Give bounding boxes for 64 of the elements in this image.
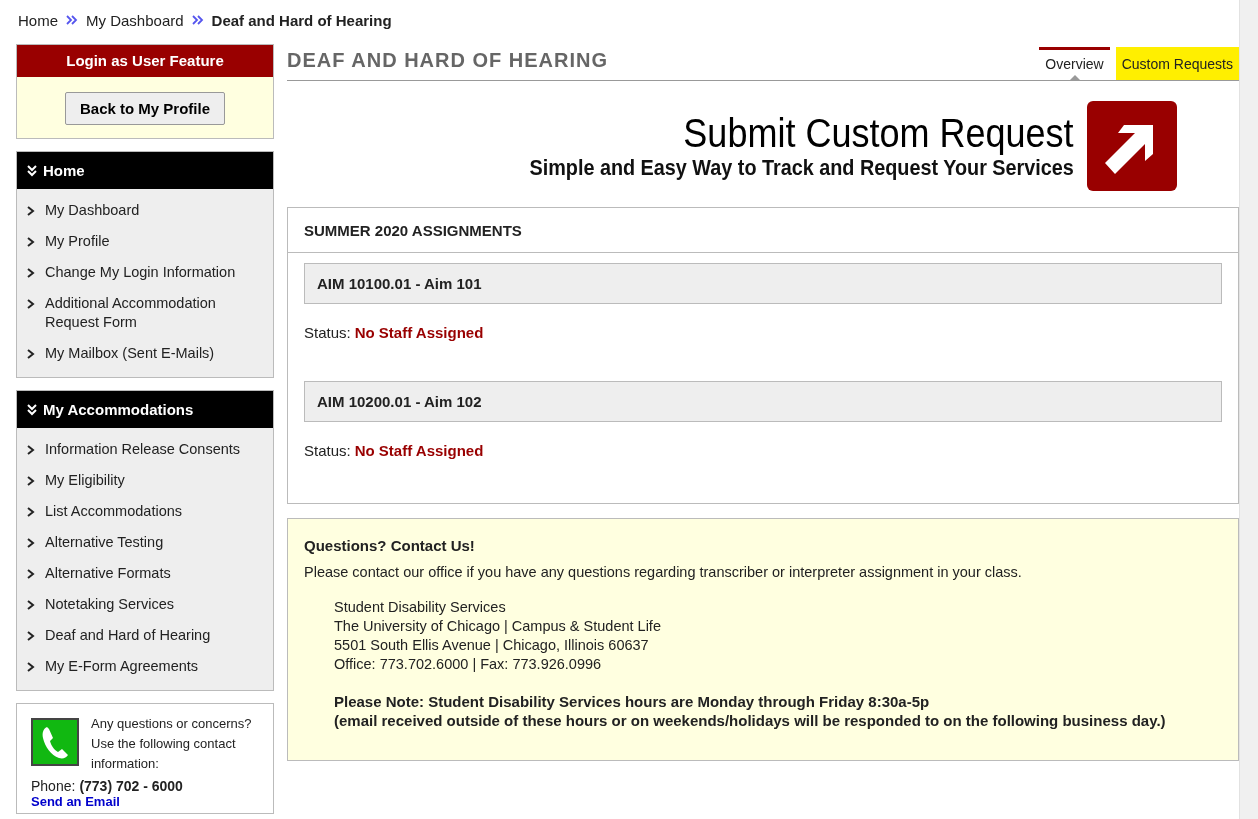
- back-to-profile-button[interactable]: Back to My Profile: [64, 92, 225, 125]
- nav-section-title: Home: [43, 162, 85, 179]
- chevron-icon: [27, 268, 35, 278]
- address-line: Office: 773.702.6000 | Fax: 773.926.0996: [334, 655, 603, 674]
- card-title: SUMMER 2020 ASSIGNMENTS: [288, 208, 1238, 253]
- phone-number: (773) 702 - 6000: [79, 778, 183, 794]
- chevron-icon: [27, 206, 35, 216]
- tab[interactable]: Overview: [1039, 47, 1110, 80]
- nav-link[interactable]: My Profile: [45, 232, 110, 251]
- chevron-icon: [27, 445, 35, 455]
- double-chevron-icon: [191, 15, 204, 25]
- nav-section-title: My Accommodations: [43, 401, 194, 418]
- tab[interactable]: Custom Requests: [1115, 47, 1239, 80]
- chevron-icon: [27, 662, 35, 672]
- nav-link[interactable]: Alternative Testing: [45, 533, 164, 552]
- scrollbar-track[interactable]: [1239, 0, 1258, 819]
- status-label: Status:: [304, 442, 351, 459]
- login-panel-title: Login as User Feature: [17, 45, 273, 77]
- status-label: Status:: [304, 324, 351, 341]
- breadcrumb-link[interactable]: My Dashboard: [86, 11, 184, 29]
- double-chevron-down-icon: [27, 164, 37, 177]
- breadcrumb-link[interactable]: Deaf and Hard of Hearing: [211, 11, 392, 29]
- chevron-icon: [27, 299, 35, 309]
- status-value: No Staff Assigned: [354, 324, 484, 341]
- course-header: AIM 10100.01 - Aim 101: [304, 263, 1222, 304]
- double-chevron-down-icon: [27, 403, 37, 416]
- nav-link[interactable]: My E-Form Agreements: [45, 657, 199, 676]
- note-line: (email received outside of these hours or on weekends/holidays will be responded to on the following business day.): [334, 711, 1167, 730]
- double-chevron-icon: [66, 15, 78, 25]
- panel-title: Questions? Contact Us!: [304, 537, 476, 554]
- page-title: DEAF AND HARD OF HEARING: [287, 49, 609, 72]
- note-line: Please Note: Student Disability Services hours are Monday through Friday 8:30a-5p: [334, 692, 931, 711]
- chevron-icon: [27, 237, 35, 247]
- contact-text: Any questions or concerns? Use the following contact information:: [91, 715, 253, 773]
- nav-link[interactable]: My Dashboard: [45, 201, 140, 220]
- chevron-icon: [27, 569, 35, 579]
- phone-label: Phone:: [31, 778, 76, 794]
- email-link[interactable]: Send an Email: [31, 794, 263, 809]
- nav-link[interactable]: Change My Login Information: [45, 263, 236, 282]
- chevron-icon: [27, 538, 35, 548]
- nav-link[interactable]: My Eligibility: [45, 471, 125, 490]
- nav-link[interactable]: Information Release Consents: [45, 440, 241, 459]
- submit-request-banner[interactable]: Submit Custom Request Simple and Easy Way to Track and Request Your Services: [287, 81, 1239, 207]
- course-header: AIM 10200.01 - Aim 102: [304, 381, 1222, 422]
- nav-link[interactable]: Alternative Formats: [45, 564, 171, 583]
- nav-link[interactable]: Additional Accommodation Request Form: [45, 294, 263, 332]
- chevron-icon: [27, 600, 35, 610]
- phone-icon: [31, 718, 79, 766]
- nav-link[interactable]: Deaf and Hard of Hearing: [45, 626, 211, 645]
- nav-link[interactable]: List Accommodations: [45, 502, 182, 521]
- chevron-icon: [27, 476, 35, 486]
- nav-link[interactable]: Notetaking Services: [45, 595, 174, 614]
- banner-title: Submit Custom Request: [683, 111, 1074, 155]
- chevron-icon: [27, 507, 35, 517]
- nav-link[interactable]: My Mailbox (Sent E-Mails): [45, 344, 215, 363]
- address-line: The University of Chicago | Campus & Student Life: [334, 617, 662, 636]
- address-line: Student Disability Services: [334, 598, 507, 617]
- status-value: No Staff Assigned: [354, 442, 484, 459]
- address-line: 5501 South Ellis Avenue | Chicago, Illinois 60637: [334, 636, 650, 655]
- breadcrumb-link[interactable]: Home: [18, 11, 58, 29]
- chevron-icon: [27, 349, 35, 359]
- banner-subtitle: Simple and Easy Way to Track and Request Your Services: [529, 155, 1074, 181]
- chevron-icon: [27, 631, 35, 641]
- panel-text: Please contact our office if you have any questions regarding transcriber or interpreter assignment in your class.: [304, 564, 1023, 580]
